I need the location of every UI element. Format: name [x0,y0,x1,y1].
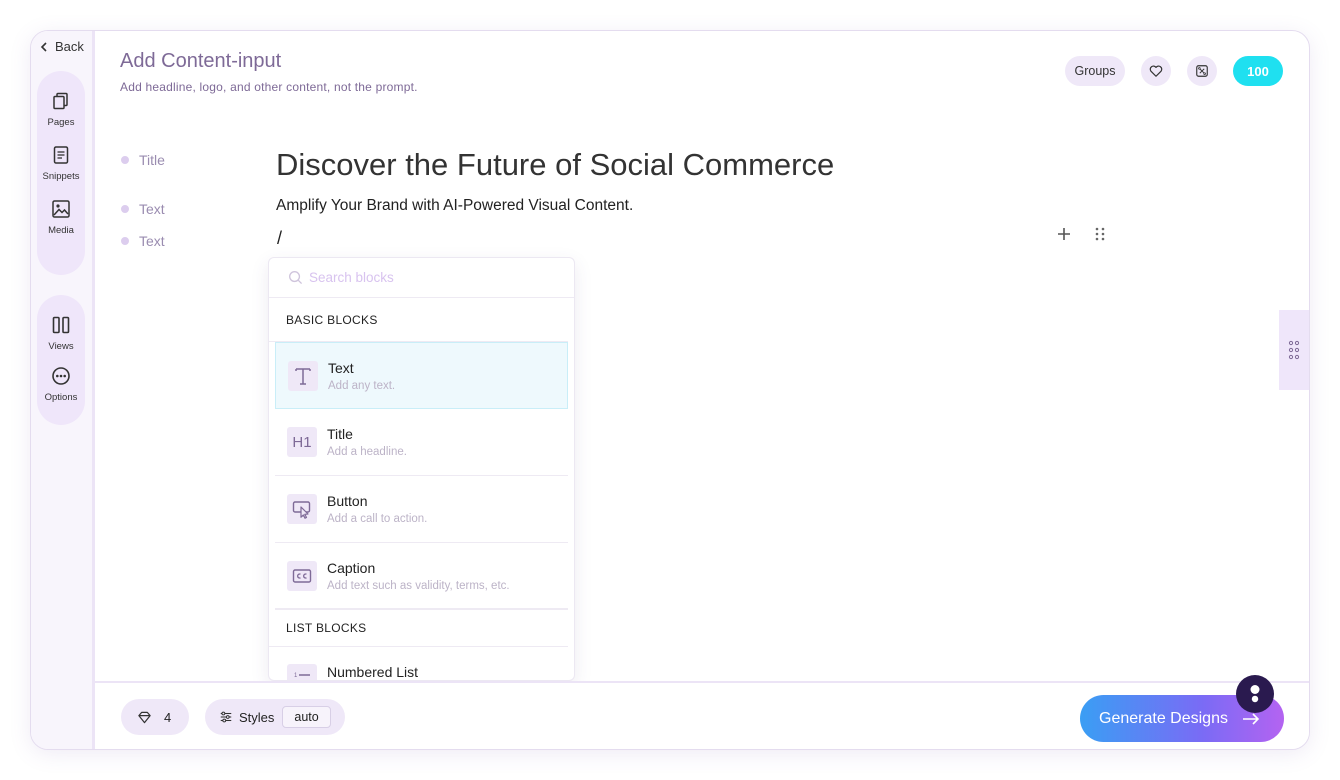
block-name: Title [327,426,353,442]
outline-item-text[interactable]: Text [121,233,165,249]
block-option-button[interactable]: Button Add a call to action. [275,476,568,543]
bullet-dot-icon [121,156,129,164]
button-cursor-icon [287,494,317,524]
sidebar-item-label: Options [44,392,78,403]
block-option-numbered-list[interactable]: 12 Numbered List [275,647,568,680]
text-icon [288,360,318,391]
sidebar-item-options[interactable]: Options [37,366,85,403]
footer-bar: 4 Styles auto Generate Designs [95,681,1309,749]
block-name: Button [327,493,368,509]
block-description: Add a headline. [327,446,407,458]
sidebar-item-label: Pages [47,117,75,128]
assistant-icon [1250,685,1260,703]
bullet-dot-icon [121,237,129,245]
sidebar: Back Pages Snippets Media Views Options [31,31,95,749]
heart-icon [1149,65,1163,77]
outline-label: Text [139,201,165,217]
snippets-icon [53,146,69,164]
h1-icon: H1 [287,427,317,457]
more-options-icon [52,367,70,385]
section-basic-blocks: BASIC BLOCKS [269,298,568,342]
numbered-list-icon: 12 [287,664,317,680]
sidebar-item-media[interactable]: Media [37,199,85,236]
bullet-dot-icon [121,205,129,213]
sidebar-item-label: Snippets [42,171,80,182]
command-key-icon [1196,65,1208,77]
generate-label: Generate Designs [1099,709,1228,727]
page-subtitle: Add headline, logo, and other content, n… [120,80,418,94]
right-panel-handle[interactable] [1279,310,1309,390]
styles-control[interactable]: Styles auto [205,699,345,735]
sidebar-item-label: Media [48,225,74,236]
block-name: Text [328,359,354,376]
back-label: Back [55,39,84,54]
block-option-title[interactable]: H1 Title Add a headline. [275,409,568,476]
assistant-badge[interactable] [1236,675,1274,713]
block-search-input[interactable] [309,270,549,285]
columns-icon [52,316,70,334]
gem-count: 4 [164,709,172,725]
drag-handle-icon[interactable] [1093,226,1107,242]
block-name: Caption [327,559,376,576]
cc-icon [287,560,317,591]
block-picker-dropdown: BASIC BLOCKS Text Add any text. H1 Title… [268,257,575,681]
block-option-caption[interactable]: Caption Add text such as validity, terms… [275,543,568,610]
block-name: Numbered List [327,664,419,680]
grip-dots-icon [1288,340,1300,360]
block-option-text[interactable]: Text Add any text. [275,342,568,409]
sidebar-item-label: Views [48,341,74,352]
sidebar-group-content: Pages Snippets Media [37,71,85,275]
block-description: Add a call to action. [327,513,428,525]
outline-label: Text [139,233,165,249]
svg-text:1: 1 [294,673,298,679]
sidebar-group-display: Views Options [37,295,85,425]
credits-badge[interactable]: 100 [1233,56,1283,86]
chevron-left-icon [40,41,47,52]
search-icon [289,271,303,285]
styles-select[interactable]: auto [282,706,331,728]
pages-icon [53,92,68,110]
sidebar-item-pages[interactable]: Pages [37,91,85,128]
document-title[interactable]: Discover the Future of Social Commerce [276,147,834,183]
slash-command-input[interactable]: / [277,228,282,249]
section-list-blocks: LIST BLOCKS [269,610,568,647]
outline-item-text[interactable]: Text [121,201,165,217]
add-block-icon[interactable] [1055,225,1073,243]
gem-counter[interactable]: 4 [121,699,189,735]
arrow-right-icon [1242,712,1260,725]
block-description: Add any text. [328,379,396,392]
sliders-icon [220,711,232,723]
outline-label: Title [139,152,165,168]
block-search [269,258,574,298]
app-window: Back Pages Snippets Media Views Options … [30,30,1310,750]
favorite-button[interactable] [1141,56,1171,86]
page-title: Add Content-input [120,50,282,72]
block-description: Add text such as validity, terms, etc. [327,579,510,592]
image-icon [52,200,70,218]
groups-button[interactable]: Groups [1065,56,1125,86]
shortcut-button[interactable] [1187,56,1217,86]
sidebar-item-snippets[interactable]: Snippets [37,145,85,182]
back-button[interactable]: Back [39,39,84,54]
diamond-icon [138,711,151,723]
styles-label: Styles [239,709,275,725]
sidebar-item-views[interactable]: Views [37,315,85,352]
outline-item-title[interactable]: Title [121,152,165,168]
document-text[interactable]: Amplify Your Brand with AI-Powered Visua… [276,197,633,215]
